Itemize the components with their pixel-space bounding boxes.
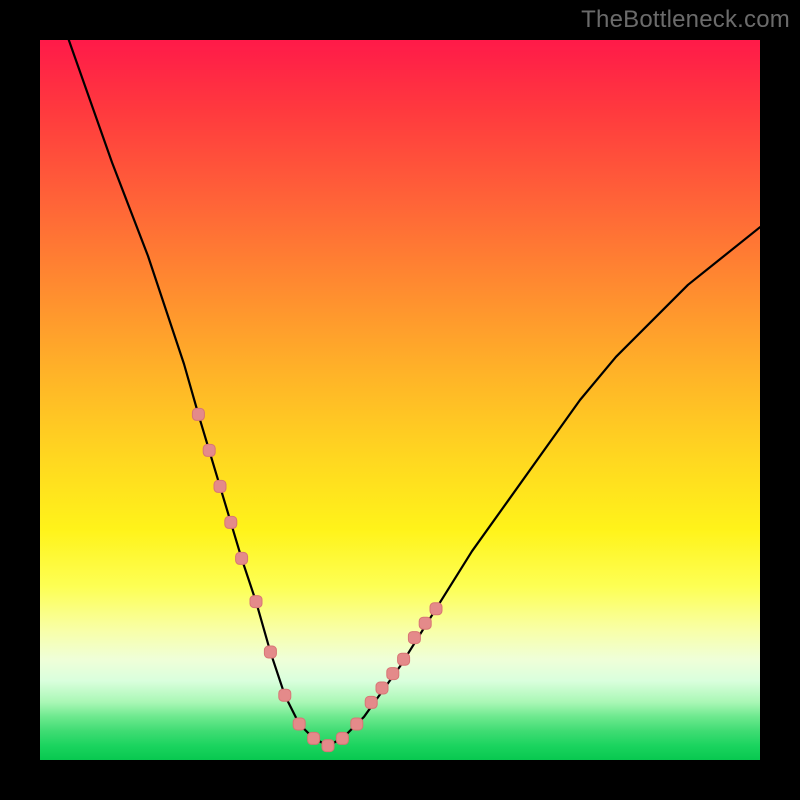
marker-dot [250,596,262,608]
plot-area [40,40,760,760]
marker-dot [293,718,305,730]
watermark-text: TheBottleneck.com [581,6,790,34]
marker-dot [236,552,248,564]
marker-dot [398,653,410,665]
marker-dot [214,480,226,492]
marker-dot [203,444,215,456]
marker-dot [365,696,377,708]
marker-dot [279,689,291,701]
marker-dot [376,682,388,694]
chart-svg [40,40,760,760]
marker-dot [408,632,420,644]
chart-frame: TheBottleneck.com [0,0,800,800]
marker-dot [192,408,204,420]
marker-dot [336,732,348,744]
marker-dot [225,516,237,528]
marker-dot [308,732,320,744]
marker-dot [430,603,442,615]
marker-group [192,408,442,751]
marker-dot [322,740,334,752]
marker-dot [387,668,399,680]
marker-dot [351,718,363,730]
marker-dot [264,646,276,658]
marker-dot [419,617,431,629]
